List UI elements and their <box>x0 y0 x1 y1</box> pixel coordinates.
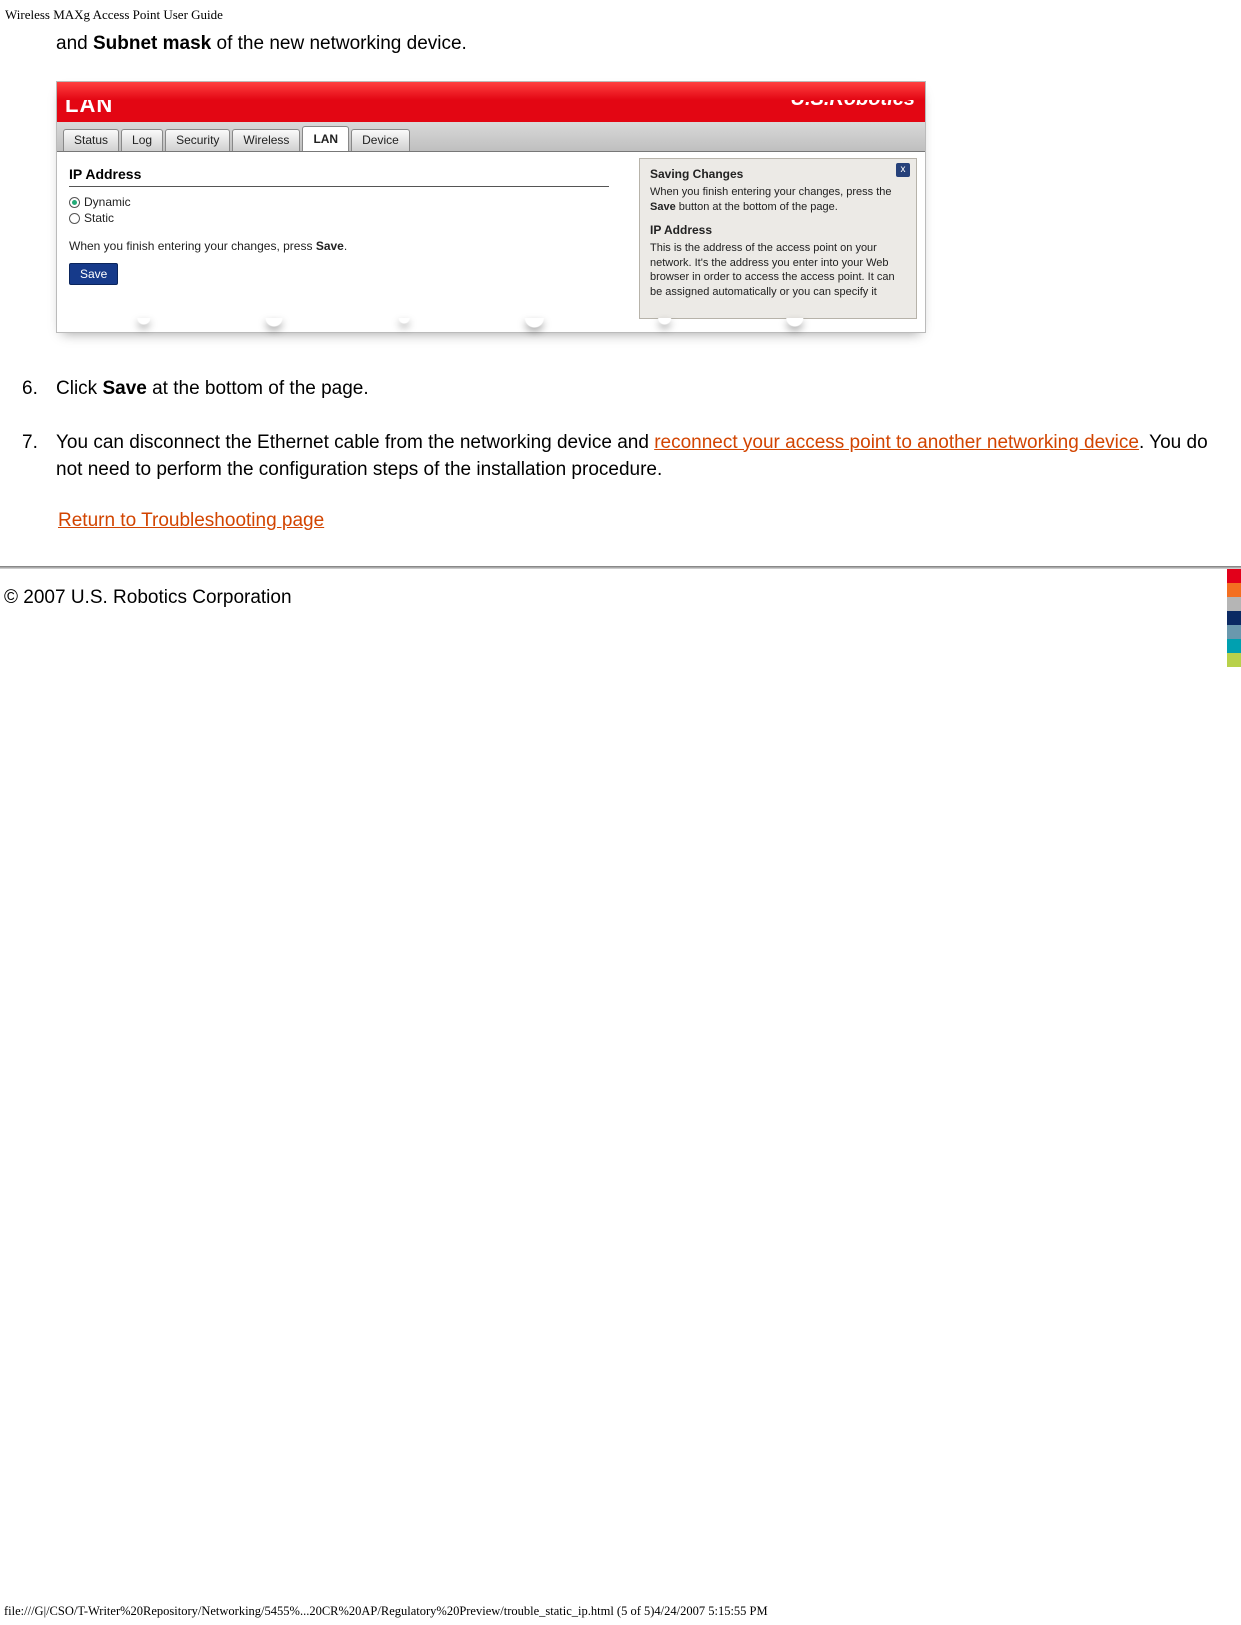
radio-dynamic[interactable]: Dynamic <box>69 195 609 209</box>
router-screenshot: LAN U.S.Robotics Status Log Security Wir… <box>56 81 926 333</box>
tab-device[interactable]: Device <box>351 129 410 151</box>
router-header: LAN U.S.Robotics <box>57 82 925 122</box>
finish-instruction: When you finish entering your changes, p… <box>69 239 609 253</box>
step-6-pre: Click <box>56 378 102 399</box>
strip-color-1 <box>1227 583 1241 597</box>
file-path: file:///G|/CSO/T-Writer%20Repository/Net… <box>4 1604 768 1619</box>
step-7-pre: You can disconnect the Ethernet cable fr… <box>56 432 654 453</box>
help-p1-bold: Save <box>650 201 676 213</box>
finish-pre: When you finish entering your changes, p… <box>69 239 316 253</box>
step-list: 6. Click Save at the bottom of the page.… <box>56 375 1221 484</box>
tab-status[interactable]: Status <box>63 129 119 151</box>
section-ip-address: IP Address <box>69 166 609 187</box>
radio-dot-icon <box>69 213 80 224</box>
strip-color-5 <box>1227 639 1241 653</box>
strip-color-2 <box>1227 597 1241 611</box>
step-6-number: 6. <box>22 375 38 403</box>
help-p1-pre: When you finish entering your changes, p… <box>650 186 892 198</box>
main-content: and Subnet mask of the new networking de… <box>0 23 1241 532</box>
radio-static-label: Static <box>84 211 114 225</box>
strip-color-4 <box>1227 625 1241 639</box>
torn-edge-decoration <box>57 318 925 334</box>
radio-dynamic-label: Dynamic <box>84 195 131 209</box>
tab-log[interactable]: Log <box>121 129 163 151</box>
brand-logo: U.S.Robotics <box>791 88 915 111</box>
radio-static[interactable]: Static <box>69 211 609 225</box>
intro-bold: Subnet mask <box>93 33 211 54</box>
help-p1: When you finish entering your changes, p… <box>650 185 906 215</box>
tab-security[interactable]: Security <box>165 129 230 151</box>
footer: © 2007 U.S. Robotics Corporation <box>0 569 1241 609</box>
router-page-title: LAN <box>65 92 113 118</box>
step-6: 6. Click Save at the bottom of the page. <box>56 375 1221 403</box>
tab-wireless[interactable]: Wireless <box>232 129 300 151</box>
radio-dot-selected-icon <box>69 197 80 208</box>
step-6-bold: Save <box>102 378 146 399</box>
router-body: IP Address Dynamic Static When you finis… <box>57 152 925 332</box>
save-button[interactable]: Save <box>69 263 118 285</box>
intro-line: and Subnet mask of the new networking de… <box>56 33 1221 55</box>
strip-color-3 <box>1227 611 1241 625</box>
strip-color-0 <box>1227 569 1241 583</box>
tab-lan[interactable]: LAN <box>302 126 349 151</box>
help-p2: This is the address of the access point … <box>650 241 906 300</box>
help-heading-ip: IP Address <box>650 223 906 237</box>
finish-post: . <box>344 239 347 253</box>
strip-color-6 <box>1227 653 1241 667</box>
router-tabs: Status Log Security Wireless LAN Device <box>57 122 925 152</box>
finish-bold: Save <box>316 239 344 253</box>
step-7: 7. You can disconnect the Ethernet cable… <box>56 429 1221 484</box>
help-panel: x Saving Changes When you finish enterin… <box>639 158 917 319</box>
page: Wireless MAXg Access Point User Guide an… <box>0 0 1241 1625</box>
step-6-post: at the bottom of the page. <box>147 378 369 399</box>
intro-pre: and <box>56 33 93 54</box>
close-icon[interactable]: x <box>896 163 910 177</box>
reconnect-link[interactable]: reconnect your access point to another n… <box>654 432 1139 453</box>
step-7-number: 7. <box>22 429 38 457</box>
intro-suffix: of the new networking device. <box>211 33 467 54</box>
color-strip <box>1227 569 1241 667</box>
help-p1-post: button at the bottom of the page. <box>676 201 838 213</box>
router-left-column: IP Address Dynamic Static When you finis… <box>69 166 609 285</box>
doc-header-title: Wireless MAXg Access Point User Guide <box>0 0 1241 23</box>
return-troubleshooting-link[interactable]: Return to Troubleshooting page <box>58 510 1221 532</box>
help-heading-saving: Saving Changes <box>650 167 906 181</box>
copyright: © 2007 U.S. Robotics Corporation <box>2 587 1241 609</box>
